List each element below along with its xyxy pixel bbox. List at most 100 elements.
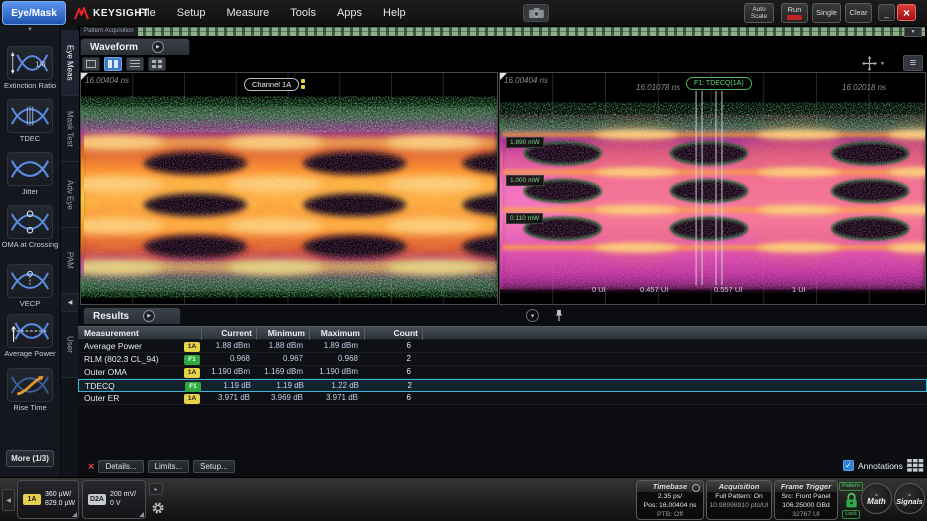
svg-text:1/0: 1/0	[35, 60, 45, 69]
source-badge: F1	[184, 355, 200, 365]
channel-card-d2a[interactable]: D2A 200 mV/ 0 V	[82, 480, 146, 519]
single-button[interactable]: Single	[812, 3, 841, 23]
menu-apps[interactable]: Apps	[337, 7, 362, 19]
pattern-strip-dropdown[interactable]: ▼	[904, 27, 922, 37]
oma-at-crossing-icon	[10, 209, 50, 235]
tab-user[interactable]: User	[61, 312, 79, 378]
collapse-results-icon[interactable]: ▾	[526, 309, 539, 322]
layout-toolbar	[82, 57, 166, 71]
screenshot-button[interactable]	[523, 4, 549, 22]
channel-expand-button[interactable]: ▸	[149, 483, 163, 495]
mode-dropdown-chevron-icon[interactable]: ▼	[0, 27, 60, 35]
tab-waveform[interactable]: Waveform ▶	[80, 38, 190, 55]
annotation-grid-icon[interactable]	[907, 459, 924, 472]
source-badge: 1A	[184, 342, 200, 352]
eye-diagram-panel-tdecq[interactable]: 16.00404 ns 16.01078 ns F1: TDECQ(1A) 16…	[499, 72, 926, 305]
pan-dropdown-icon[interactable]: ▼	[880, 61, 885, 67]
menu-setup[interactable]: Setup	[177, 7, 206, 19]
layout-rows-button[interactable]	[126, 57, 144, 71]
channel-badge: 1A	[23, 494, 41, 505]
play-icon[interactable]: ▶	[152, 41, 164, 53]
sidebar-item-rise-time[interactable]: Rise Time	[0, 368, 60, 412]
tdec-icon	[10, 103, 50, 129]
clear-button[interactable]: Clear	[845, 3, 872, 23]
eye-diagram-panel-channel1a[interactable]: 16.00404 ns Channel 1A	[80, 72, 498, 305]
panel-collapse-button[interactable]: ◀	[2, 489, 15, 511]
play-icon[interactable]: ▶	[143, 310, 155, 322]
table-row-outer-oma[interactable]: Outer OMA 1A 1.190 dBm 1.169 dBm 1.190 d…	[78, 366, 927, 379]
timebase-title: Timebase	[637, 481, 703, 492]
threshold-label: 1.890 mW	[506, 137, 544, 148]
limits-button[interactable]: Limits...	[148, 460, 190, 473]
table-row-tdecq-selected[interactable]: TDECQ F1 1.19 dB 1.19 dB 1.22 dB 2	[78, 379, 927, 392]
display-menu-button[interactable]: ≡	[903, 55, 923, 71]
channel-settings-button[interactable]	[149, 499, 167, 517]
pattern-acquisition-strip[interactable]	[80, 27, 925, 36]
status-bar: ◀ 1A 360 µW/ 829.0 µW D2A 200 mV/ 0 V ▸ …	[0, 477, 927, 521]
menu-file[interactable]: File	[138, 7, 156, 19]
tab-pam[interactable]: PAM	[61, 228, 79, 294]
layout-grid-button[interactable]	[148, 57, 166, 71]
menu-help[interactable]: Help	[383, 7, 406, 19]
threshold-label: 1.000 mW	[506, 175, 544, 186]
table-row-outer-er[interactable]: Outer ER 1A 3.971 dB 3.969 dB 3.971 dB 6	[78, 392, 927, 405]
channel-badge[interactable]: Channel 1A	[244, 78, 299, 91]
annotations-label: Annotations	[858, 461, 903, 471]
function-badge[interactable]: F1: TDECQ(1A)	[686, 77, 752, 90]
pin-icon[interactable]	[554, 309, 564, 327]
extinction-ratio-icon: 1/0	[10, 50, 50, 76]
camera-icon	[528, 7, 545, 19]
more-measurements-button[interactable]: More (1/3)	[6, 450, 54, 467]
tab-results[interactable]: Results ▶	[83, 307, 181, 324]
channel-card-1a[interactable]: 1A 360 µW/ 829.0 µW	[17, 480, 79, 519]
marker-dot-icon	[301, 79, 305, 83]
channel-badge: D2A	[88, 494, 106, 505]
delete-measurement-icon[interactable]: ×	[88, 461, 94, 473]
setup-button[interactable]: Setup...	[193, 460, 235, 473]
sidebar-collapse-chevron-icon[interactable]: ◀	[61, 294, 79, 312]
run-stop-button[interactable]: Run	[781, 3, 808, 23]
mode-selector-button[interactable]: Eye/Mask	[2, 1, 66, 25]
auto-scale-button[interactable]: Auto Scale	[744, 3, 774, 23]
frame-trigger-panel[interactable]: Frame Trigger Src: Front Panel 106.25000…	[774, 480, 838, 520]
close-button[interactable]: ×	[897, 4, 916, 21]
tab-adv-eye[interactable]: Adv Eye	[61, 162, 79, 228]
table-row-average-power[interactable]: Average Power 1A 1.88 dBm 1.88 dBm 1.89 …	[78, 340, 927, 353]
flexdca-application-window: Eye/Mask KEYSIGHT File Setup Measure Too…	[0, 0, 927, 521]
timebase-info-icon[interactable]	[692, 484, 700, 492]
math-button[interactable]: ▲ Math	[861, 483, 892, 514]
ui-axis-label: 0 UI	[592, 285, 606, 294]
acquisition-panel[interactable]: Acquisition Full Pattern: On 10.98998910…	[706, 480, 772, 520]
marker2-time: 16.02018 ns	[842, 83, 886, 92]
signals-button[interactable]: ▲ Signals	[894, 483, 925, 514]
table-row-rlm[interactable]: RLM (802.3 CL_94) F1 0.968 0.967 0.968 2	[78, 353, 927, 366]
source-badge: 1A	[184, 368, 200, 378]
layout-split-button[interactable]	[104, 57, 122, 71]
menu-measure[interactable]: Measure	[226, 7, 269, 19]
lock-icon	[844, 492, 859, 509]
menu-tools[interactable]: Tools	[290, 7, 316, 19]
source-badge: F1	[185, 382, 201, 392]
vecp-icon	[10, 268, 50, 294]
pam4-eye-diagram	[81, 73, 497, 304]
keysight-spark-icon	[74, 7, 89, 20]
pan-tool-button[interactable]: ▼	[862, 56, 892, 71]
details-button[interactable]: Details...	[98, 460, 143, 473]
average-power-icon	[10, 318, 50, 344]
sidebar-item-jitter[interactable]: Jitter	[0, 152, 60, 196]
results-footer: × Details... Limits... Setup... ✓ Annota…	[78, 458, 927, 475]
sidebar-item-average-power[interactable]: Average Power	[0, 314, 60, 358]
tab-eye-meas[interactable]: Eye Meas	[61, 30, 79, 96]
annotations-checkbox[interactable]: ✓	[843, 460, 854, 471]
jitter-icon	[10, 156, 50, 182]
tab-mask-test[interactable]: Mask Test	[61, 96, 79, 162]
sidebar-item-extinction-ratio[interactable]: 1/0 Extinction Ratio	[0, 46, 60, 90]
timebase-panel[interactable]: Timebase 2.35 ps/ Pos: 16.00404 ns PTB: …	[636, 480, 704, 520]
minimize-button[interactable]: _	[878, 4, 895, 21]
source-badge: 1A	[184, 394, 200, 404]
sidebar-item-tdec[interactable]: TDEC	[0, 99, 60, 143]
sidebar-item-oma-at-crossing[interactable]: OMA at Crossing	[0, 205, 60, 249]
layout-single-button[interactable]	[82, 57, 100, 71]
sidebar-item-vecp[interactable]: VECP	[0, 264, 60, 308]
ui-axis-label: 0.457 UI	[640, 285, 668, 294]
